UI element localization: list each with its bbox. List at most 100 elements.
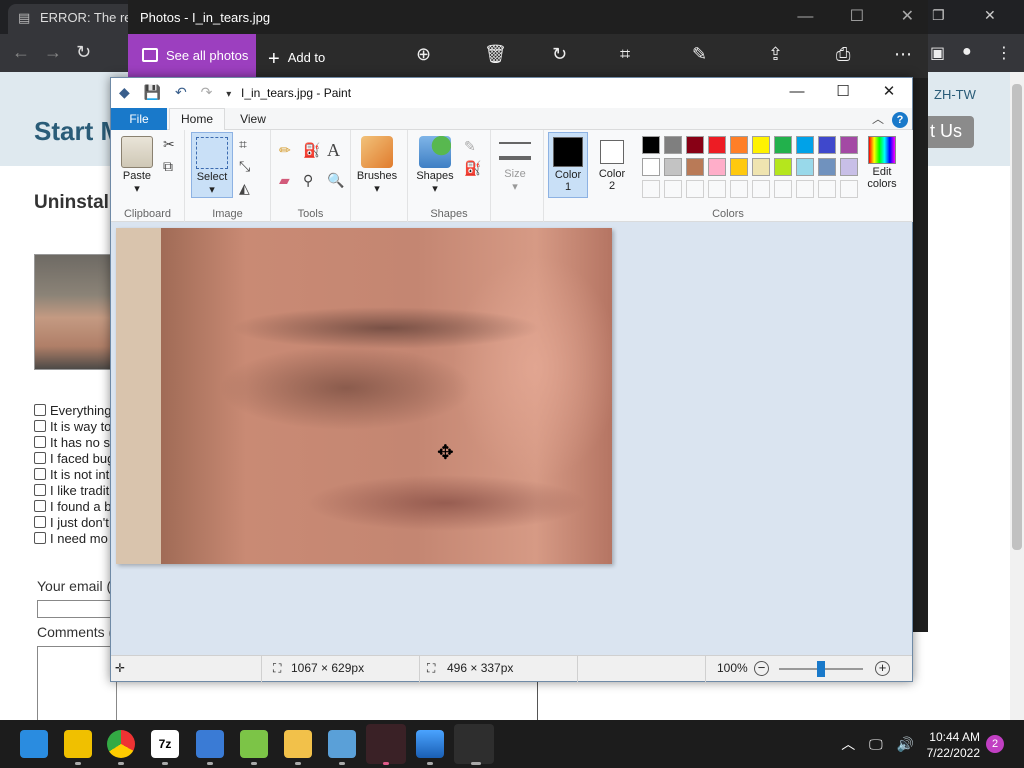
palette-swatch[interactable] <box>686 158 704 176</box>
app-icon[interactable] <box>196 730 224 758</box>
rotate-icon[interactable]: ↻ <box>552 44 567 65</box>
palette-swatch[interactable] <box>774 136 792 154</box>
redo-icon[interactable]: ↷ <box>201 84 213 100</box>
color1-button[interactable]: Color 1 <box>548 132 588 198</box>
reason-checkbox[interactable]: It has no s <box>34 434 114 450</box>
share-icon[interactable]: ⇪ <box>768 44 783 65</box>
customize-qat-icon[interactable]: ▾ <box>226 89 231 100</box>
zoom-out-icon[interactable]: − <box>754 661 769 676</box>
photos-maximize-icon[interactable]: ☐ <box>850 8 864 25</box>
palette-swatch[interactable] <box>664 180 682 198</box>
palette-swatch[interactable] <box>796 180 814 198</box>
undo-icon[interactable]: ↶ <box>175 84 187 100</box>
palette-swatch[interactable] <box>774 180 792 198</box>
magnifier-icon[interactable]: 🔍 <box>327 172 344 189</box>
save-icon[interactable]: 💾 <box>144 84 161 100</box>
language-link[interactable]: ZH-TW <box>934 87 976 102</box>
forward-arrow-icon[interactable]: → <box>44 42 62 63</box>
brushes-button[interactable]: Brushes ▾ <box>353 136 401 195</box>
reason-checkbox[interactable]: I need mo <box>34 530 114 546</box>
email-field[interactable] <box>37 600 117 618</box>
add-to-button[interactable]: + Add to <box>268 48 325 71</box>
checkbox[interactable] <box>34 484 46 496</box>
zoom-in-icon[interactable]: ⊕ <box>416 44 431 65</box>
comments-field[interactable] <box>37 646 117 726</box>
color-picker-icon[interactable]: ⚲ <box>303 172 313 189</box>
folder-icon[interactable] <box>284 730 312 758</box>
palette-swatch[interactable] <box>752 180 770 198</box>
browser-restore-icon[interactable]: ❐ <box>932 7 945 24</box>
palette-swatch[interactable] <box>686 136 704 154</box>
help-icon[interactable]: ? <box>892 112 908 128</box>
shapes-button[interactable]: Shapes ▾ <box>412 136 458 195</box>
sidebar-toggle-icon[interactable]: ▣ <box>930 43 945 63</box>
photos-icon[interactable] <box>416 730 444 758</box>
paint-close-icon[interactable]: ✕ <box>866 78 912 106</box>
palette-swatch[interactable] <box>730 180 748 198</box>
palette-swatch[interactable] <box>840 136 858 154</box>
checkbox[interactable] <box>34 468 46 480</box>
palette-swatch[interactable] <box>730 136 748 154</box>
select-button[interactable]: Select ▾ <box>191 132 233 198</box>
checkbox[interactable] <box>34 452 46 464</box>
checkbox[interactable] <box>34 516 46 528</box>
crop-icon[interactable]: ⌗ <box>620 44 630 65</box>
tab-home[interactable]: Home <box>169 108 225 131</box>
size-button[interactable]: Size ▾ <box>495 136 535 193</box>
palette-swatch[interactable] <box>642 158 660 176</box>
photos-minimize-icon[interactable]: — <box>797 8 813 25</box>
checkbox[interactable] <box>34 420 46 432</box>
palette-swatch[interactable] <box>796 136 814 154</box>
palette-swatch[interactable] <box>708 136 726 154</box>
tab-file[interactable]: File <box>111 108 167 130</box>
palette-swatch[interactable] <box>818 158 836 176</box>
color2-button[interactable]: Color 2 <box>592 132 632 198</box>
control-panel-icon[interactable] <box>328 730 356 758</box>
print-icon[interactable]: ⎙ <box>836 44 850 65</box>
canvas-image[interactable] <box>116 228 612 564</box>
notification-badge[interactable]: 2 <box>986 735 1004 753</box>
browser-close-icon[interactable]: ✕ <box>984 7 996 24</box>
see-all-photos-button[interactable]: See all photos <box>128 34 256 78</box>
active-app-icon[interactable] <box>366 724 406 764</box>
checkbox[interactable] <box>34 436 46 448</box>
page-scrollbar[interactable] <box>1010 72 1024 720</box>
reason-checkbox[interactable]: I just don't <box>34 514 114 530</box>
7zip-icon[interactable]: 7z <box>151 730 179 758</box>
palette-swatch[interactable] <box>840 180 858 198</box>
paint-taskbar-icon[interactable] <box>454 724 494 764</box>
tab-view[interactable]: View <box>233 108 273 130</box>
palette-swatch[interactable] <box>774 158 792 176</box>
edit-colors-button[interactable]: Edit colors <box>858 136 906 190</box>
fill-icon[interactable]: ⛽ <box>303 142 320 159</box>
palette-swatch[interactable] <box>642 180 660 198</box>
network-icon[interactable]: 🖵 <box>869 736 883 752</box>
reload-icon[interactable]: ↻ <box>76 42 91 63</box>
notepad-icon[interactable] <box>240 730 268 758</box>
pencil-icon[interactable]: ✏ <box>279 142 291 159</box>
checkbox[interactable] <box>34 532 46 544</box>
eraser-icon[interactable]: ▰ <box>279 172 290 189</box>
file-explorer-icon[interactable] <box>64 730 92 758</box>
palette-swatch[interactable] <box>818 180 836 198</box>
edit-icon[interactable]: ✎ <box>692 44 707 65</box>
palette-swatch[interactable] <box>708 158 726 176</box>
chevron-up-icon[interactable]: ︿ <box>841 736 855 752</box>
copy-icon[interactable]: ⧉ <box>163 158 173 175</box>
more-options-icon[interactable]: ⋯ <box>894 44 912 65</box>
palette-swatch[interactable] <box>708 180 726 198</box>
palette-swatch[interactable] <box>686 180 704 198</box>
checkbox[interactable] <box>34 500 46 512</box>
resize-icon[interactable]: ⤡ <box>239 158 250 175</box>
crop-icon[interactable]: ⌗ <box>239 136 247 153</box>
paint-minimize-icon[interactable]: — <box>774 78 820 106</box>
zoom-slider-thumb[interactable] <box>817 661 825 677</box>
collapse-ribbon-icon[interactable]: ︿ <box>872 112 884 126</box>
palette-swatch[interactable] <box>818 136 836 154</box>
palette-swatch[interactable] <box>796 158 814 176</box>
start-icon[interactable] <box>20 730 48 758</box>
canvas-area[interactable]: ✥ <box>111 222 912 655</box>
reason-checkbox[interactable]: It is way to <box>34 418 114 434</box>
back-arrow-icon[interactable]: ← <box>12 42 30 63</box>
palette-swatch[interactable] <box>664 158 682 176</box>
